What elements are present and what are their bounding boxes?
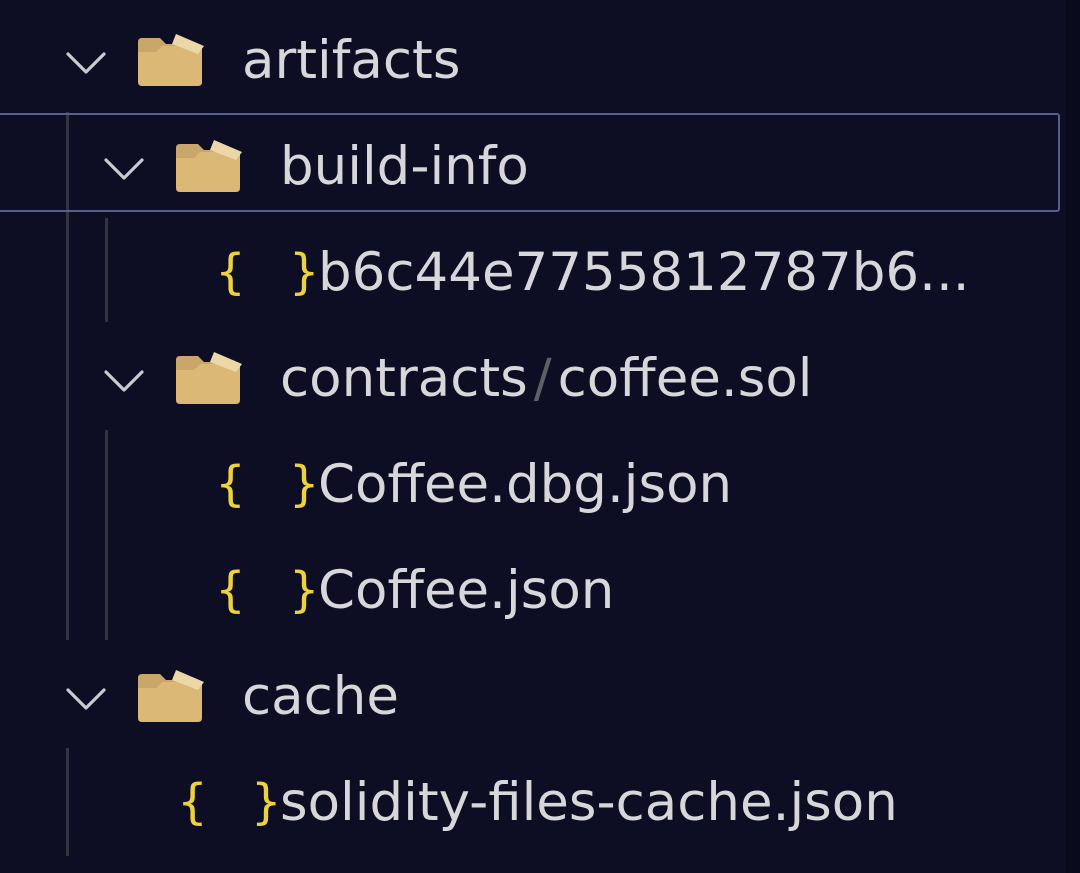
compact-folder-parent[interactable]: contracts — [280, 348, 528, 409]
compact-folder-child[interactable]: coffee.sol — [558, 348, 813, 409]
compact-folder-separator: / — [533, 348, 552, 409]
tree-file-coffee-dbg-json[interactable]: { } Coffee.dbg.json — [0, 432, 1064, 536]
tree-folder-contracts-coffee-sol[interactable]: contracts / coffee.sol — [0, 326, 1064, 430]
file-explorer-tree: artifacts build-info { } b6c44e775581278… — [0, 0, 1080, 873]
tree-file-build-info-json[interactable]: { } b6c44e7755812787b6... — [0, 220, 1064, 324]
folder-open-icon — [176, 140, 242, 192]
file-label: solidity-files-cache.json — [280, 772, 898, 833]
folder-open-icon — [138, 670, 204, 722]
json-file-icon: { } — [178, 774, 289, 830]
json-file-icon: { } — [216, 562, 327, 618]
tree-folder-cache[interactable]: cache — [0, 644, 1064, 748]
file-label: Coffee.dbg.json — [318, 454, 733, 515]
tree-folder-artifacts[interactable]: artifacts — [0, 10, 1064, 114]
chevron-down-icon[interactable] — [62, 674, 110, 722]
tree-folder-build-info[interactable]: build-info — [0, 114, 1064, 218]
tree-file-solidity-files-cache-json[interactable]: { } solidity-files-cache.json — [0, 750, 1064, 854]
chevron-down-icon[interactable] — [100, 144, 148, 192]
folder-label: artifacts — [242, 30, 461, 91]
file-label: b6c44e7755812787b6... — [318, 242, 970, 303]
folder-label: build-info — [280, 136, 529, 197]
scrollbar-track[interactable] — [1066, 0, 1080, 873]
json-file-icon: { } — [216, 244, 327, 300]
chevron-down-icon[interactable] — [62, 38, 110, 86]
chevron-down-icon[interactable] — [100, 356, 148, 404]
json-file-icon: { } — [216, 456, 327, 512]
folder-open-icon — [176, 352, 242, 404]
tree-file-coffee-json[interactable]: { } Coffee.json — [0, 538, 1064, 642]
folder-label: cache — [242, 666, 399, 727]
folder-open-icon — [138, 34, 204, 86]
compact-folder-label: contracts / coffee.sol — [280, 352, 813, 405]
file-label: Coffee.json — [318, 560, 615, 621]
